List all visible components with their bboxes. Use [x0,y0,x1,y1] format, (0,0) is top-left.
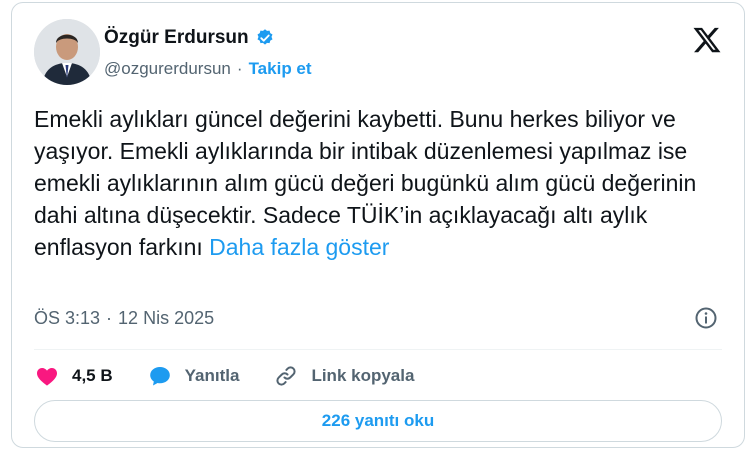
like-count: 4,5 B [72,366,113,385]
tweet-card: Özgür Erdursun @ozgurerdursun · Takip et… [11,2,745,448]
tweet-date: 12 Nis 2025 [118,308,215,328]
speech-bubble-icon [147,364,173,388]
verified-badge-icon [255,28,275,48]
heart-icon [34,364,60,388]
timestamp-separator: · [106,308,113,328]
copy-link-label: Link kopyala [311,366,415,385]
tweet-time: ÖS 3:13 [34,308,101,328]
divider [34,349,722,350]
link-icon [273,364,299,388]
reply-button[interactable]: Yanıtla [147,364,240,388]
like-button[interactable]: 4,5 B [34,364,113,388]
copy-link-button[interactable]: Link kopyala [273,364,414,388]
tweet-text-block: Emekli aylıkları güncel değerini kaybett… [34,103,724,263]
follow-button[interactable]: Takip et [249,59,312,79]
author-name-row: Özgür Erdursun [104,27,275,49]
info-icon[interactable] [694,306,718,330]
author-name[interactable]: Özgür Erdursun [104,27,249,49]
x-logo-icon[interactable] [692,25,722,55]
reply-label: Yanıtla [184,366,240,385]
author-handle[interactable]: @ozgurerdursun [104,59,231,79]
read-replies-button[interactable]: 226 yanıtı oku [34,400,722,442]
timestamp-row[interactable]: ÖS 3:13 · 12 Nis 2025 [34,308,214,329]
show-more-link[interactable]: Daha fazla göster [209,234,389,260]
handle-separator: · [236,59,243,78]
action-bar: 4,5 B Yanıtla Link kopyala [34,360,414,392]
read-replies-label: 226 yanıtı oku [321,411,435,430]
handle-row: @ozgurerdursun · Takip et [104,59,312,79]
avatar[interactable] [34,19,100,85]
